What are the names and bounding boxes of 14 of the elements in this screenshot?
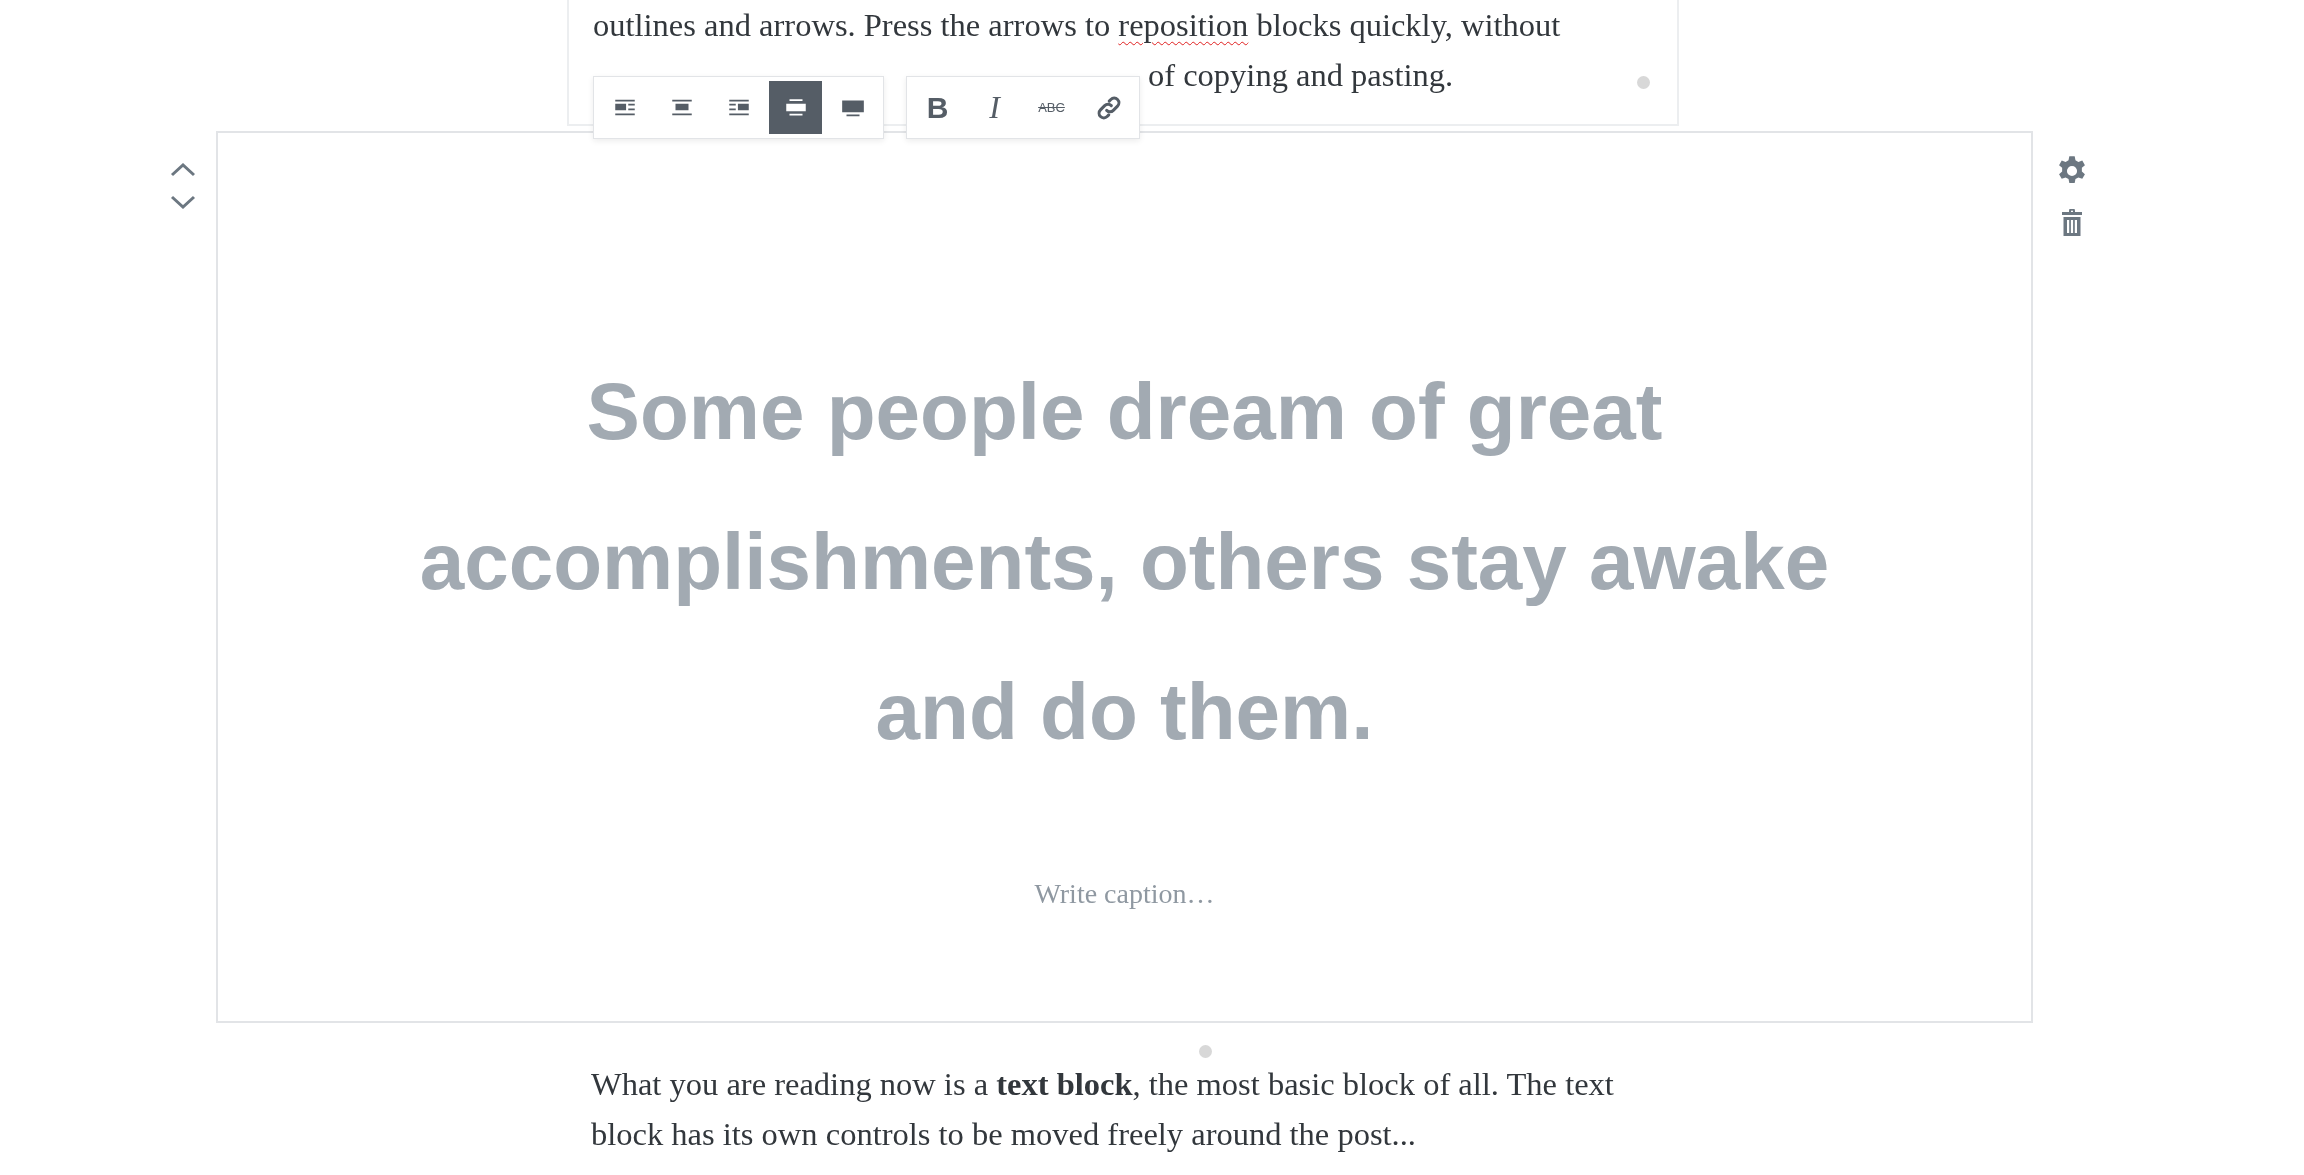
caption-field[interactable]: Write caption… [772,873,1477,915]
chevron-down-icon [170,195,196,209]
chevron-up-icon [170,163,196,177]
drag-handle-dot[interactable] [1199,1045,1212,1058]
paragraph-text: What you are reading now is a text block, the most basic block of all. The text block has its own controls to be moved freely around the post... [591,1065,1615,1154]
wide-align-button[interactable] [769,81,822,134]
cover-heading: Some people dream of great accomplishments, others stay awake and do them. [418,366,1831,758]
italic-button[interactable]: I [968,81,1021,134]
strikethrough-button[interactable]: ABC [1025,81,1078,134]
paragraph-text: of copying and pasting. [1148,56,1454,95]
paragraph-text: outlines and arrows. Press the arrows to reposition blocks quickly, without [593,6,1562,45]
bold-button[interactable]: B [911,81,964,134]
drag-handle-dot[interactable] [1637,76,1650,89]
trash-icon [2060,209,2084,237]
